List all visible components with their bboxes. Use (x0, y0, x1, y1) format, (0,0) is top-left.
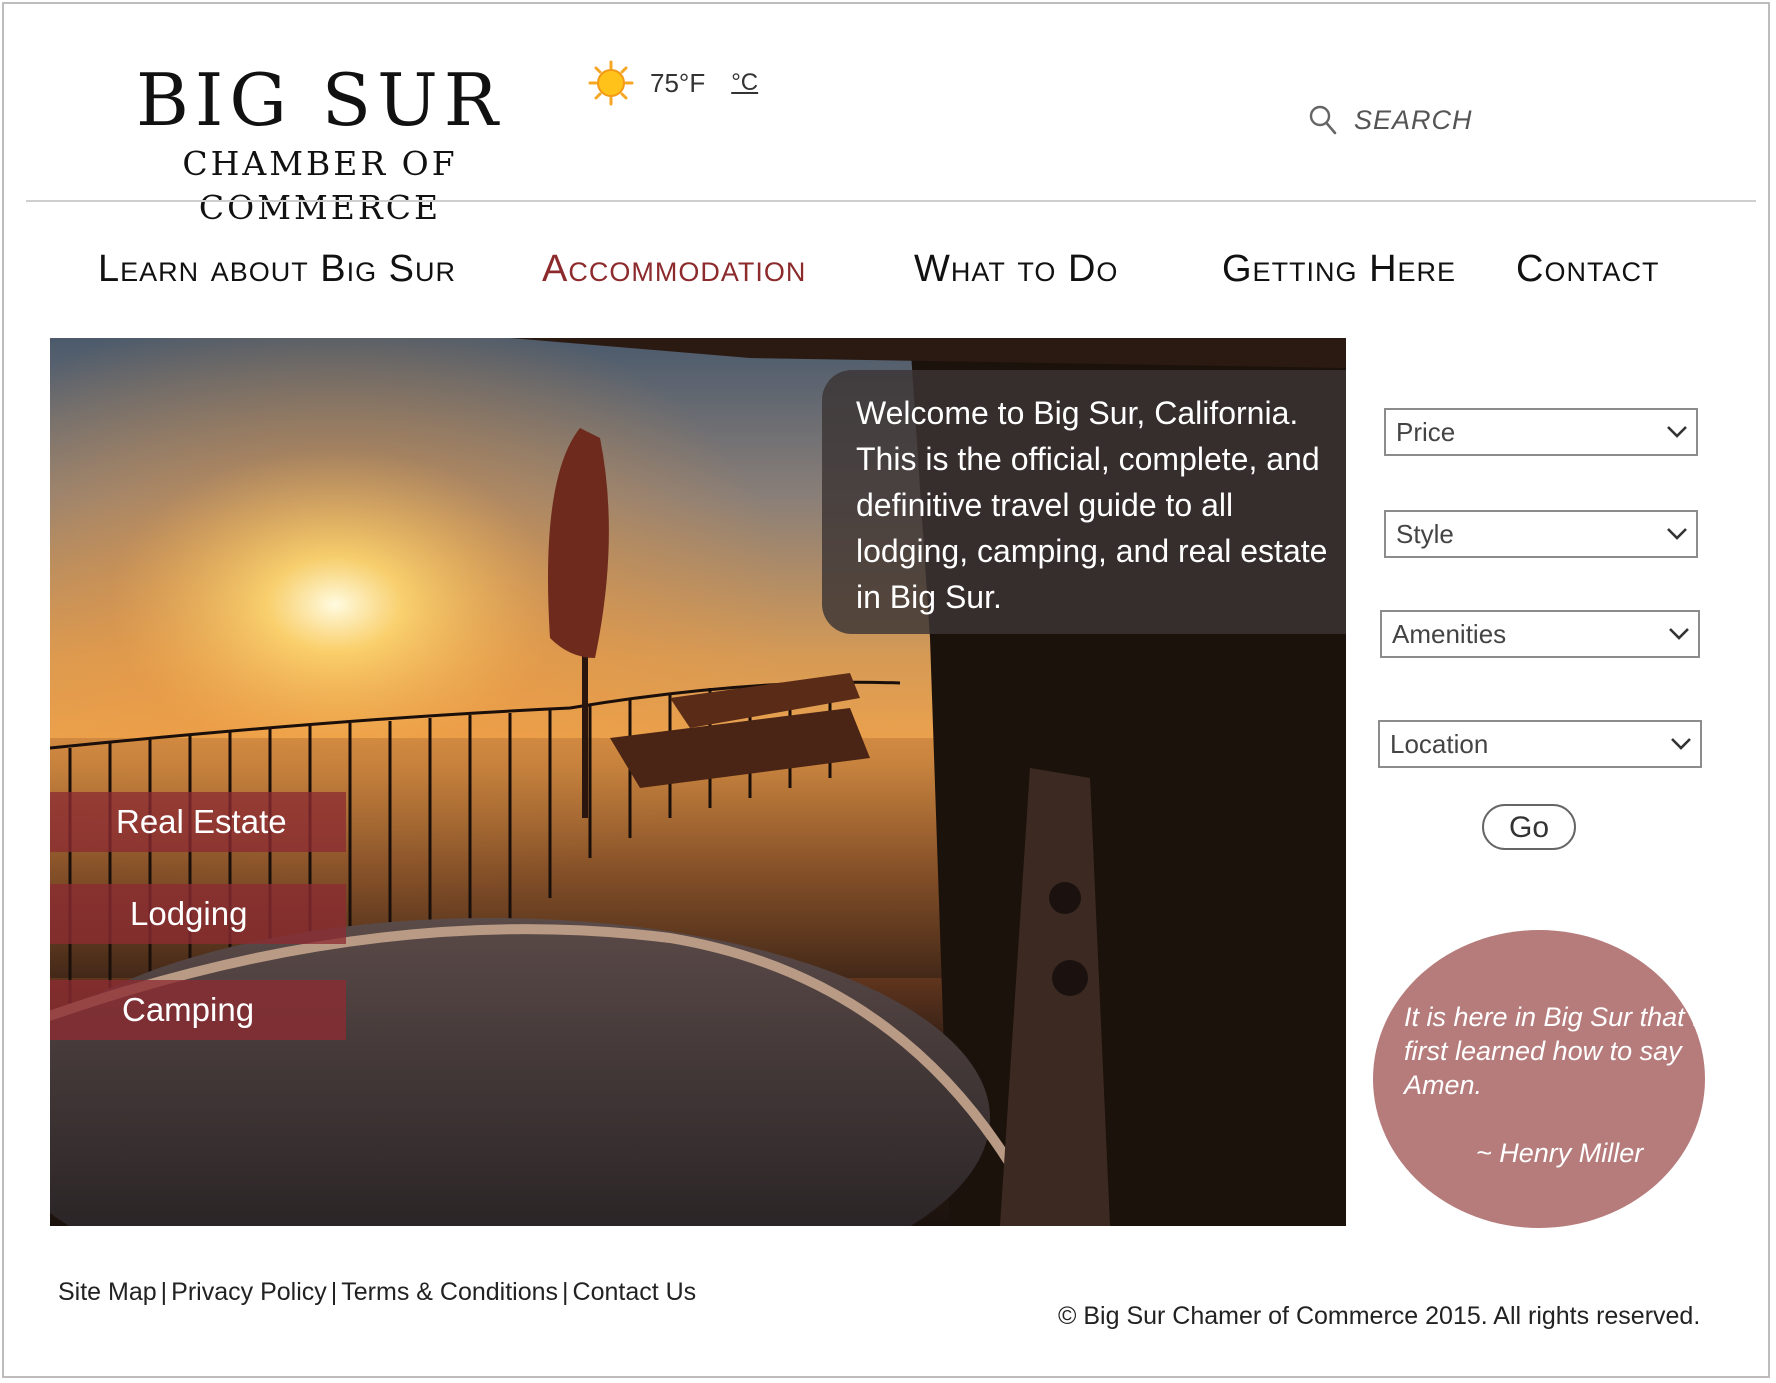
footer-links: Site Map | Privacy Policy | Terms & Conditio… (58, 1278, 696, 1307)
footer-link-terms-conditions[interactable]: Terms & Conditions (341, 1278, 558, 1306)
search-label: SEARCH (1354, 104, 1473, 135)
site-logo[interactable]: BIG SUR CHAMBER OF COMMERCE (60, 60, 580, 230)
chevron-down-icon (1666, 425, 1688, 439)
style-select-label: Style (1396, 518, 1454, 549)
header-divider (26, 200, 1756, 202)
price-select[interactable]: Price (1384, 408, 1698, 456)
quote-author: ~ Henry Miller (1476, 1138, 1644, 1168)
celsius-toggle[interactable]: °C (731, 69, 758, 97)
nav-learn-about-big-sur[interactable]: Learn about Big Sur (98, 248, 456, 291)
nav-what-to-do[interactable]: What to Do (914, 248, 1118, 291)
footer-link-privacy-policy[interactable]: Privacy Policy (171, 1278, 327, 1306)
footer-link-site-map[interactable]: Site Map (58, 1278, 157, 1306)
search-button[interactable]: SEARCH (1308, 104, 1473, 136)
copyright-notice: © Big Sur Chamer of Commerce 2015. All r… (1058, 1302, 1701, 1330)
search-icon (1308, 104, 1338, 136)
chevron-down-icon (1668, 627, 1690, 641)
sun-icon (588, 60, 634, 106)
nav-getting-here[interactable]: Getting Here (1222, 248, 1456, 291)
footer-separator: | (562, 1278, 569, 1306)
chevron-down-icon (1666, 527, 1688, 541)
location-select[interactable]: Location (1378, 720, 1702, 768)
category-camping-button[interactable]: Camping (50, 980, 346, 1040)
nav-contact[interactable]: Contact (1516, 248, 1659, 291)
price-select-label: Price (1396, 416, 1456, 447)
logo-subtitle: CHAMBER OF COMMERCE (182, 144, 458, 227)
chevron-down-icon (1670, 737, 1692, 751)
hero-image: Welcome to Big Sur, California. This is … (50, 338, 1346, 1226)
nav-accommodation[interactable]: Accommodation (542, 248, 806, 291)
category-lodging-button[interactable]: Lodging (50, 884, 346, 944)
welcome-message: Welcome to Big Sur, California. This is … (822, 370, 1346, 634)
footer-separator: | (160, 1278, 168, 1306)
footer-separator: | (330, 1278, 338, 1306)
quote-text: It is here in Big Sur that I first learn… (1404, 1002, 1700, 1100)
temperature-fahrenheit: 75°F (650, 67, 706, 98)
weather-widget: 75°F °C (588, 60, 758, 106)
amenities-select[interactable]: Amenities (1380, 610, 1700, 658)
logo-title: BIG SUR (136, 58, 504, 142)
go-button[interactable]: Go (1482, 804, 1576, 850)
footer-link-contact-us[interactable]: Contact Us (573, 1278, 697, 1306)
location-select-label: Location (1390, 728, 1489, 759)
category-real-estate-button[interactable]: Real Estate (50, 792, 346, 852)
style-select[interactable]: Style (1384, 510, 1698, 558)
amenities-select-label: Amenities (1392, 618, 1507, 649)
